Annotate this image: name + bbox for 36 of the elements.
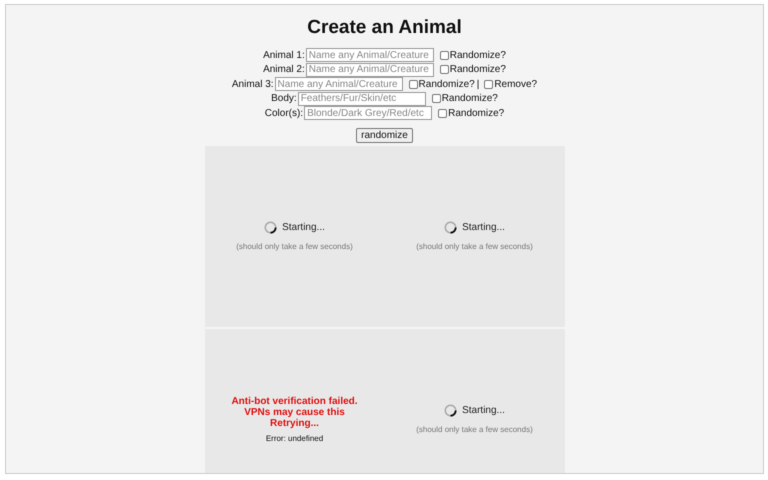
error-message: Anti-bot verification failed. VPNs may cause this Retrying...: [230, 396, 359, 428]
randomize-button[interactable]: randomize: [356, 128, 413, 142]
checkbox-label: Randomize?: [450, 50, 506, 61]
input-field[interactable]: Name any Animal/Creature: [306, 62, 434, 77]
hint-text: (should only take a few seconds): [236, 242, 353, 251]
page-title: Create an Animal: [306, 17, 463, 39]
input-field[interactable]: Name any Animal/Creature: [306, 48, 434, 62]
field-label: Color(s):: [264, 108, 304, 119]
checkbox-label: Remove?: [494, 78, 538, 90]
error-detail: Error: undefined: [266, 434, 324, 442]
input-field[interactable]: Blonde/Dark Grey/Red/etc: [304, 106, 432, 120]
spinner-icon: [444, 404, 458, 417]
checkbox[interactable]: [408, 80, 418, 89]
checkbox[interactable]: [438, 108, 448, 118]
spinner-icon: [264, 221, 278, 234]
input-field[interactable]: Name any Animal/Creature: [274, 77, 403, 92]
checkbox[interactable]: [440, 65, 449, 74]
checkbox-label: Randomize?: [418, 78, 475, 90]
field-label: Body:: [271, 93, 297, 104]
checkbox-label: Randomize?: [442, 93, 498, 104]
separator: |: [476, 78, 480, 90]
hint-text: (should only take a few seconds): [416, 425, 533, 434]
checkbox-label: Randomize?: [450, 64, 506, 76]
status-text: Starting...: [462, 405, 505, 416]
status-text: Starting...: [462, 222, 505, 233]
hint-text: (should only take a few seconds): [416, 242, 533, 251]
input-field[interactable]: Feathers/Fur/Skin/etc: [298, 92, 426, 106]
checkbox[interactable]: [440, 50, 449, 60]
field-label: Animal 3:: [232, 78, 274, 90]
checkbox[interactable]: [432, 94, 441, 104]
spinner-icon: [444, 221, 458, 234]
field-label: Animal 2:: [263, 64, 305, 76]
status-text: Starting...: [282, 222, 325, 233]
field-label: Animal 1:: [263, 50, 305, 61]
checkbox[interactable]: [484, 80, 494, 89]
checkbox-label: Randomize?: [448, 108, 504, 119]
